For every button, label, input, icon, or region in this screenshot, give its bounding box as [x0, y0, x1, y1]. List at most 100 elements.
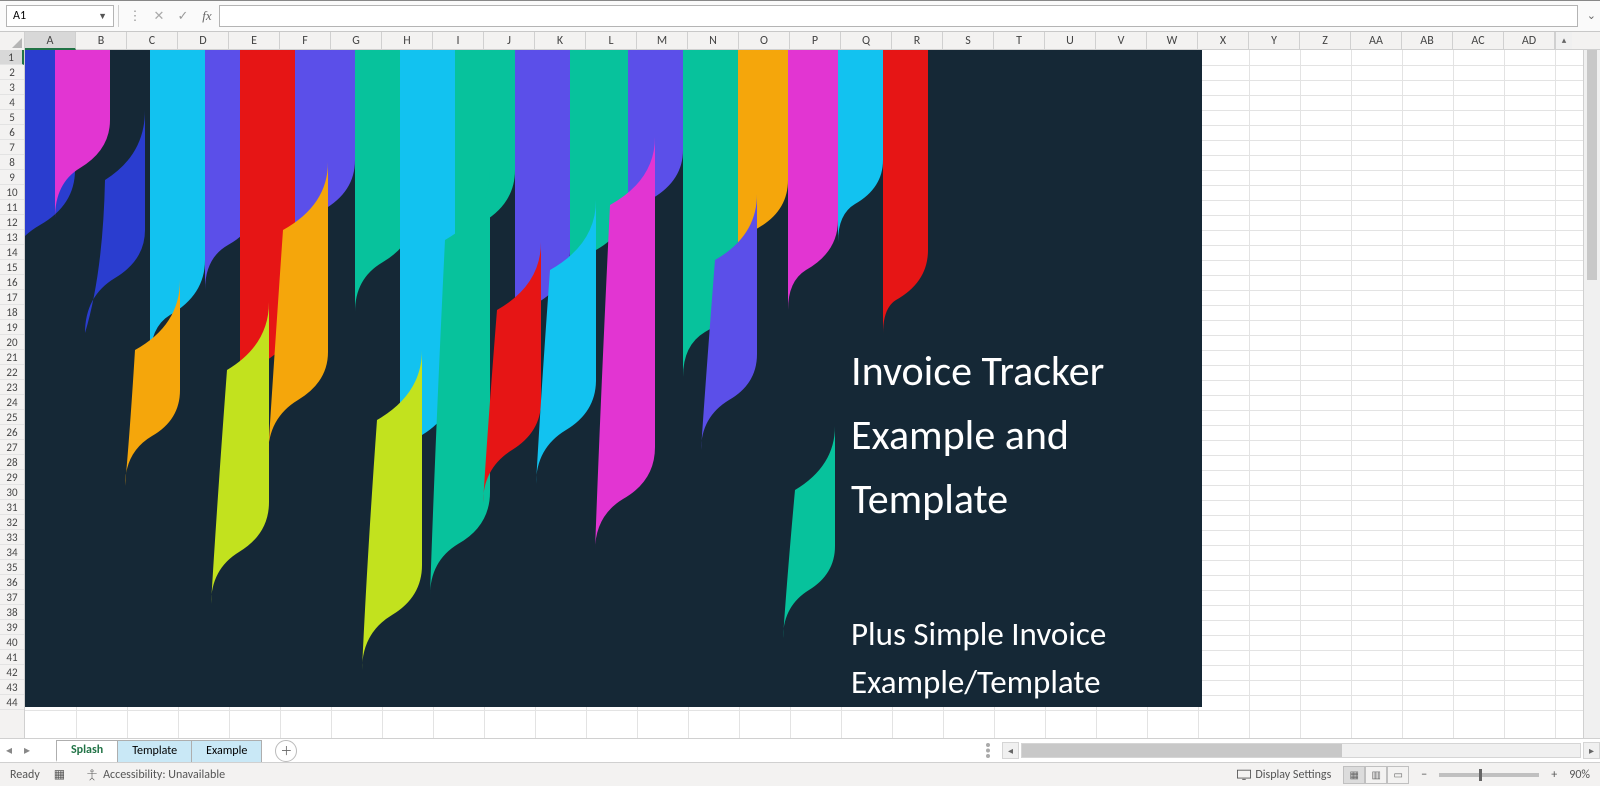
row-header[interactable]: 38	[0, 605, 24, 620]
chevron-down-icon[interactable]: ▼	[98, 11, 107, 22]
row-header[interactable]: 9	[0, 170, 24, 185]
name-box[interactable]: A1 ▼	[6, 5, 114, 27]
scroll-right-icon[interactable]: ▸	[1583, 742, 1600, 759]
row-header[interactable]: 2	[0, 65, 24, 80]
row-header[interactable]: 44	[0, 695, 24, 710]
view-page-layout-icon[interactable]: ▥	[1365, 766, 1387, 784]
cancel-formula-icon[interactable]: ✕	[147, 5, 171, 27]
column-header[interactable]: U	[1045, 32, 1096, 50]
row-header[interactable]: 3	[0, 80, 24, 95]
column-header[interactable]: Y	[1249, 32, 1300, 50]
row-header[interactable]: 28	[0, 455, 24, 470]
row-header[interactable]: 33	[0, 530, 24, 545]
zoom-out-button[interactable]: −	[1421, 768, 1427, 782]
row-header[interactable]: 26	[0, 425, 24, 440]
column-header[interactable]: Q	[841, 32, 892, 50]
row-header[interactable]: 24	[0, 395, 24, 410]
column-header[interactable]: X	[1198, 32, 1249, 50]
column-header[interactable]: M	[637, 32, 688, 50]
tab-split-handle[interactable]	[986, 743, 992, 758]
sheet-tab[interactable]: Example	[191, 740, 262, 762]
zoom-in-button[interactable]: +	[1551, 768, 1557, 782]
horizontal-scrollbar-thumb[interactable]	[1022, 744, 1342, 757]
column-header[interactable]: E	[229, 32, 280, 50]
column-header[interactable]: T	[994, 32, 1045, 50]
view-normal-icon[interactable]: ▦	[1343, 766, 1365, 784]
row-header[interactable]: 11	[0, 200, 24, 215]
row-header[interactable]: 43	[0, 680, 24, 695]
scroll-left-icon[interactable]: ◂	[1002, 742, 1019, 759]
accessibility-status[interactable]: Accessibility: Unavailable	[85, 768, 225, 782]
column-header[interactable]: A	[25, 32, 76, 50]
tab-scroll-left-icon[interactable]: ◂	[0, 743, 18, 758]
add-sheet-button[interactable]: ＋	[275, 740, 297, 762]
zoom-level[interactable]: 90%	[1569, 768, 1590, 782]
sheet-tab[interactable]: Template	[117, 740, 192, 762]
row-header[interactable]: 21	[0, 350, 24, 365]
row-header[interactable]: 30	[0, 485, 24, 500]
row-header[interactable]: 16	[0, 275, 24, 290]
row-header[interactable]: 32	[0, 515, 24, 530]
row-header[interactable]: 25	[0, 410, 24, 425]
column-header[interactable]: K	[535, 32, 586, 50]
column-header[interactable]: B	[76, 32, 127, 50]
column-header[interactable]: W	[1147, 32, 1198, 50]
row-header[interactable]: 17	[0, 290, 24, 305]
row-header[interactable]: 4	[0, 95, 24, 110]
column-header[interactable]: I	[433, 32, 484, 50]
row-header[interactable]: 31	[0, 500, 24, 515]
row-header[interactable]: 41	[0, 650, 24, 665]
horizontal-scrollbar[interactable]: ◂ ▸	[986, 742, 1600, 759]
column-header[interactable]: H	[382, 32, 433, 50]
column-header[interactable]: P	[790, 32, 841, 50]
column-header[interactable]: O	[739, 32, 790, 50]
row-header[interactable]: 13	[0, 230, 24, 245]
row-header[interactable]: 19	[0, 320, 24, 335]
tab-scroll-right-icon[interactable]: ▸	[18, 743, 36, 758]
fx-icon[interactable]: fx	[195, 5, 219, 27]
row-header[interactable]: 10	[0, 185, 24, 200]
scroll-up-icon[interactable]: ▴	[1555, 32, 1572, 49]
column-header[interactable]: V	[1096, 32, 1147, 50]
display-settings-button[interactable]: Display Settings	[1237, 768, 1331, 782]
view-page-break-icon[interactable]: ▭	[1387, 766, 1409, 784]
column-header[interactable]: R	[892, 32, 943, 50]
row-header[interactable]: 14	[0, 245, 24, 260]
row-header[interactable]: 20	[0, 335, 24, 350]
column-header[interactable]: J	[484, 32, 535, 50]
select-all-triangle[interactable]	[0, 32, 25, 50]
column-header[interactable]: L	[586, 32, 637, 50]
vertical-scrollbar[interactable]	[1583, 50, 1600, 738]
row-header[interactable]: 1	[0, 50, 24, 65]
row-header[interactable]: 40	[0, 635, 24, 650]
row-header[interactable]: 5	[0, 110, 24, 125]
row-header[interactable]: 7	[0, 140, 24, 155]
row-header[interactable]: 34	[0, 545, 24, 560]
row-header[interactable]: 36	[0, 575, 24, 590]
vertical-scrollbar-thumb[interactable]	[1587, 50, 1597, 280]
column-header[interactable]: G	[331, 32, 382, 50]
column-header[interactable]: AC	[1453, 32, 1504, 50]
row-header[interactable]: 18	[0, 305, 24, 320]
column-header[interactable]: D	[178, 32, 229, 50]
sheet-tab[interactable]: Splash	[56, 740, 118, 762]
column-header[interactable]: F	[280, 32, 331, 50]
row-header[interactable]: 23	[0, 380, 24, 395]
column-header[interactable]: AD	[1504, 32, 1555, 50]
row-header[interactable]: 12	[0, 215, 24, 230]
macro-record-icon[interactable]: ▦	[54, 767, 65, 782]
row-header[interactable]: 42	[0, 665, 24, 680]
split-icon[interactable]: ⋮	[123, 5, 147, 27]
zoom-slider[interactable]	[1439, 773, 1539, 777]
row-header[interactable]: 29	[0, 470, 24, 485]
row-header[interactable]: 22	[0, 365, 24, 380]
row-header[interactable]: 37	[0, 590, 24, 605]
column-header[interactable]: S	[943, 32, 994, 50]
formula-input[interactable]	[219, 5, 1578, 27]
column-header[interactable]: AA	[1351, 32, 1402, 50]
row-header[interactable]: 15	[0, 260, 24, 275]
column-header[interactable]: Z	[1300, 32, 1351, 50]
row-header[interactable]: 39	[0, 620, 24, 635]
column-header[interactable]: C	[127, 32, 178, 50]
expand-formula-bar-icon[interactable]: ⌄	[1587, 9, 1596, 22]
